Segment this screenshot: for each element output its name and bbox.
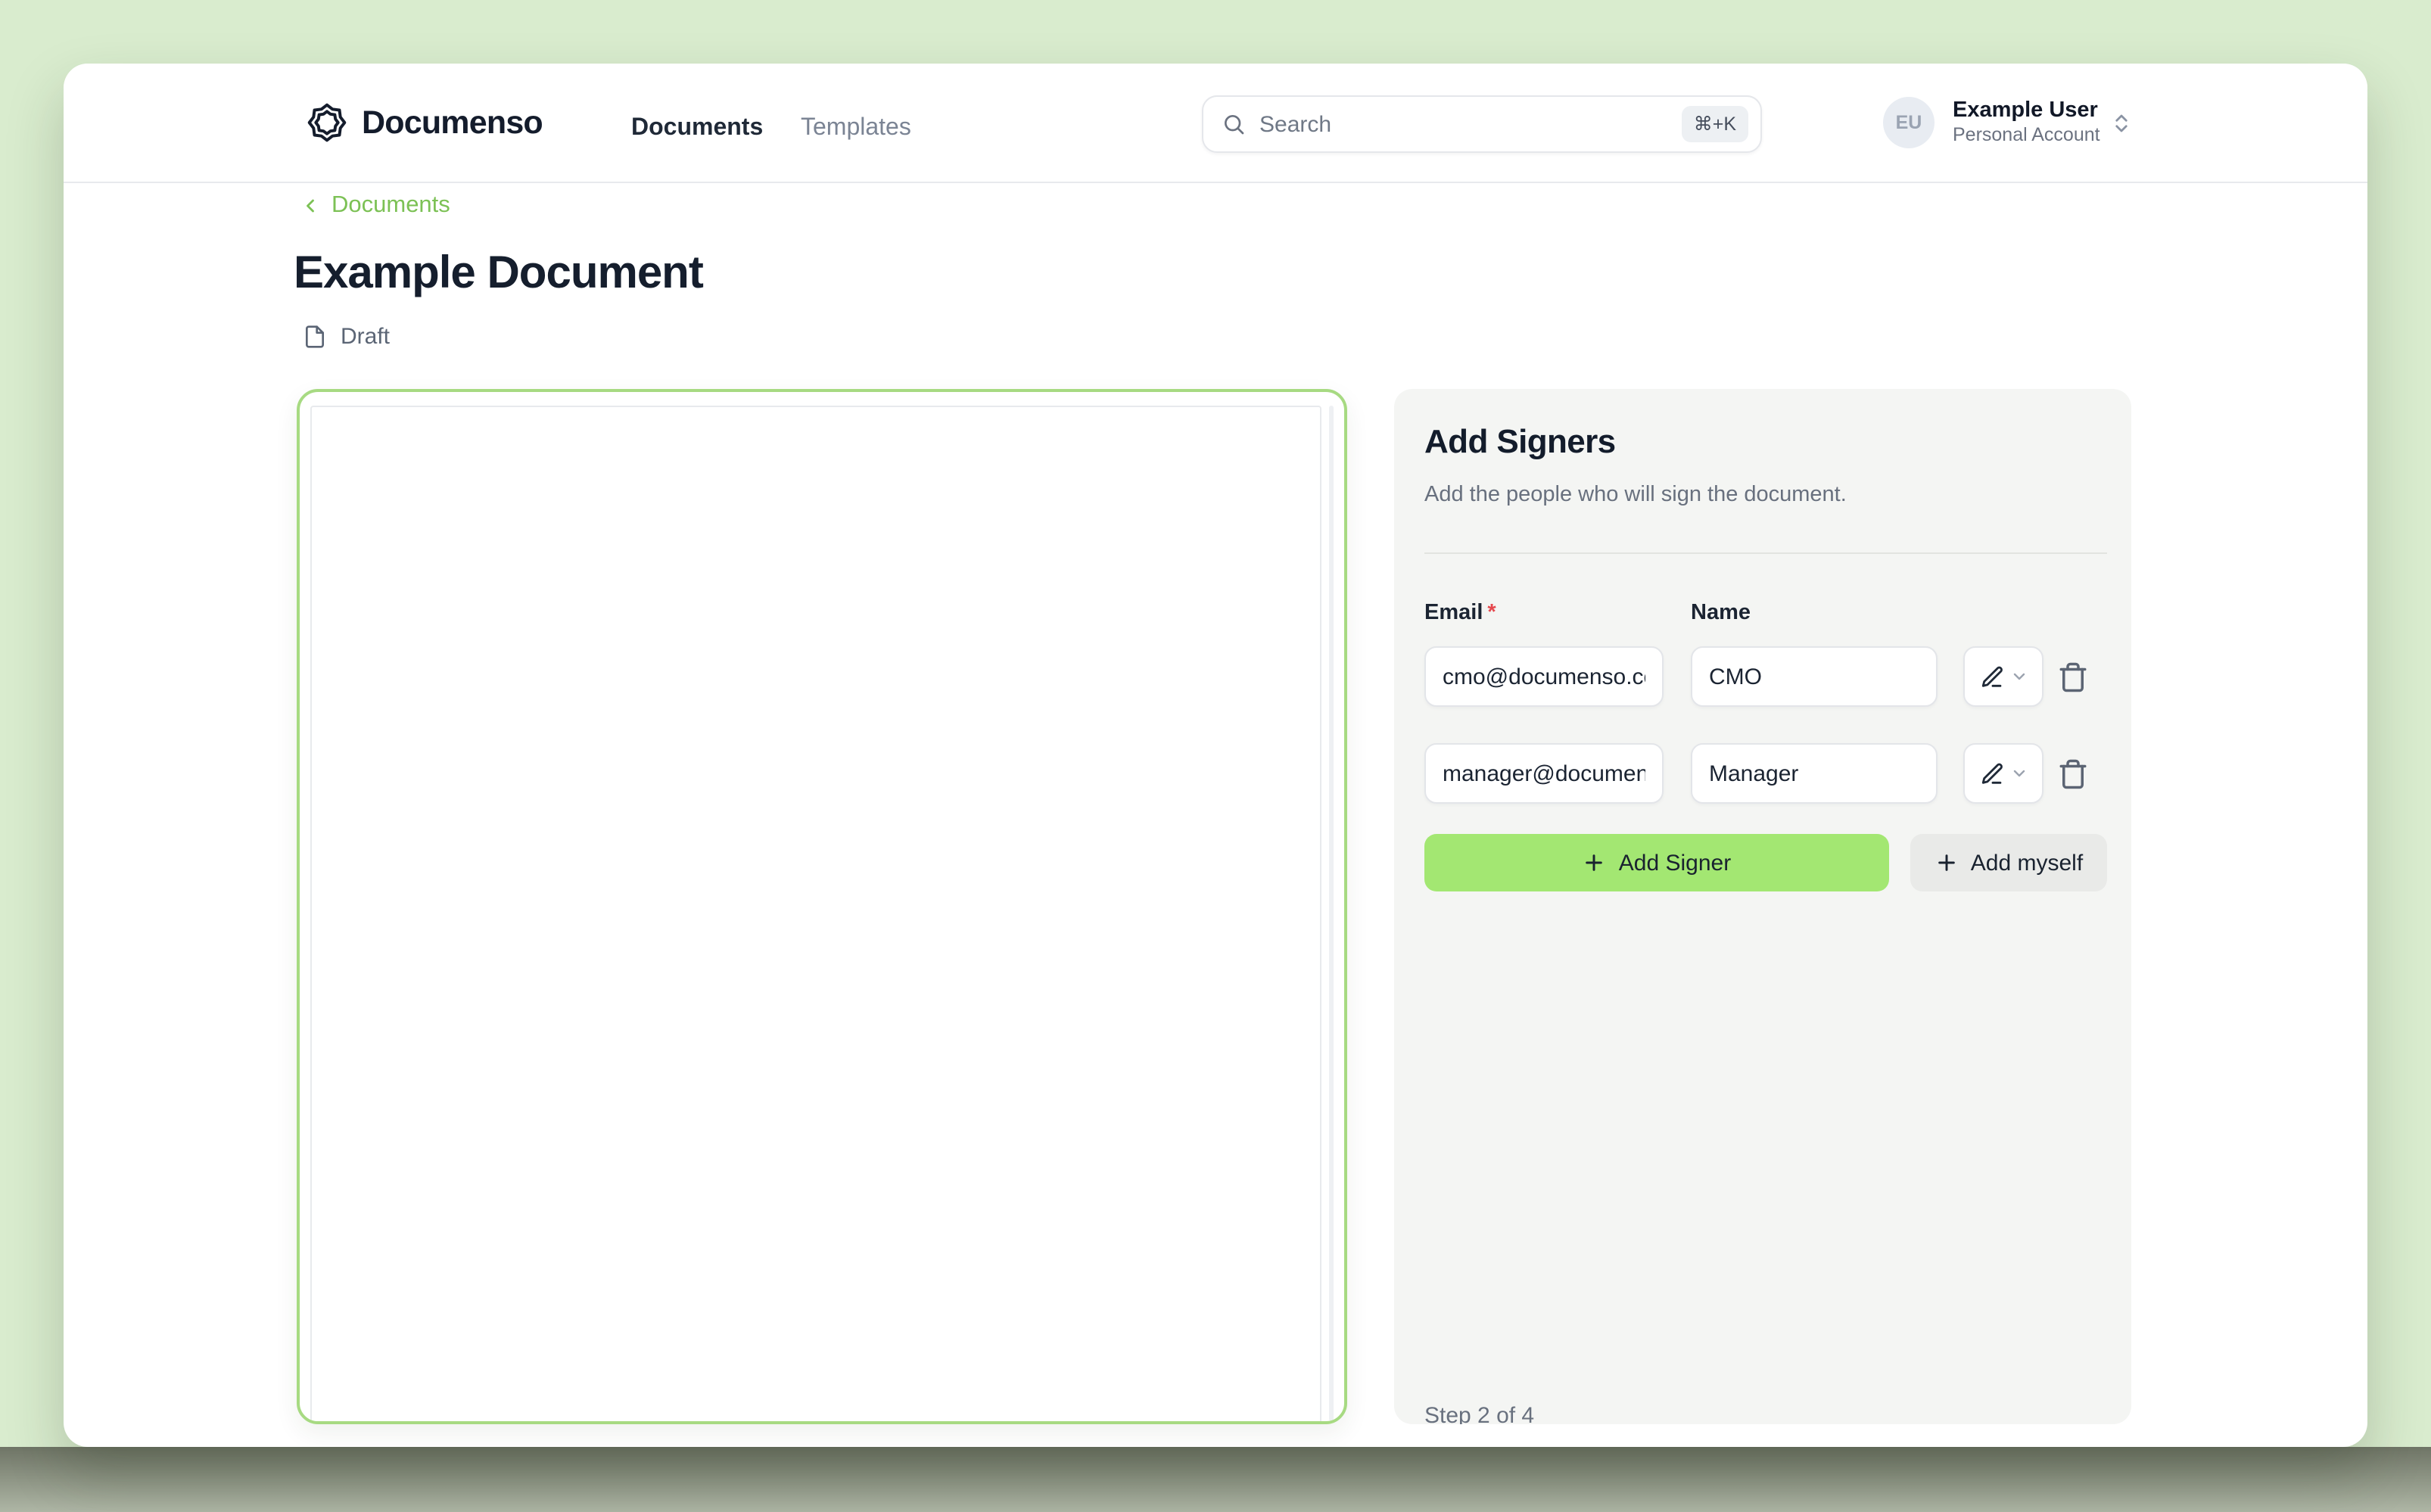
search-icon [1222, 112, 1246, 136]
trash-icon [2056, 661, 2088, 692]
signer-email-field[interactable] [1424, 743, 1664, 804]
required-marker: * [1487, 601, 1496, 625]
add-signer-button[interactable]: Add Signer [1424, 834, 1889, 891]
document-status: Draft [303, 324, 390, 350]
chevrons-up-down-icon [2110, 111, 2133, 134]
viewport-bottom-shadow [0, 1447, 2431, 1512]
avatar: EU [1883, 97, 1935, 148]
chevron-down-icon [2009, 764, 2028, 782]
chevron-left-icon [300, 195, 321, 216]
pen-signature-icon [1979, 664, 2005, 689]
screen: Documenso Documents Templates ⌘+K EU Exa… [0, 0, 2431, 1512]
step-indicator: Step 2 of 4 [1424, 1403, 1534, 1424]
breadcrumb-back-documents[interactable]: Documents [300, 192, 450, 219]
chevron-down-icon [2009, 667, 2028, 686]
nav-documents[interactable]: Documents [631, 115, 763, 142]
document-preview[interactable] [297, 389, 1347, 1424]
account-text: Example User Personal Account [1953, 98, 2098, 147]
name-label: Name [1691, 601, 1751, 625]
app-window: Documenso Documents Templates ⌘+K EU Exa… [64, 64, 2367, 1447]
signer-name-field[interactable] [1691, 743, 1938, 804]
signer-row [1394, 743, 2131, 804]
account-type: Personal Account [1953, 124, 2098, 147]
preview-scrollbar[interactable] [1329, 406, 1334, 1421]
search-input[interactable] [1259, 111, 1682, 137]
page-title: Example Document [294, 245, 703, 303]
top-navigation-bar: Documenso Documents Templates ⌘+K EU Exa… [64, 64, 2367, 183]
plus-icon [1583, 851, 1607, 875]
add-myself-label: Add myself [1971, 850, 2083, 876]
document-page [310, 406, 1321, 1424]
remove-signer-button[interactable] [2054, 755, 2090, 792]
signer-role-dropdown[interactable] [1963, 646, 2043, 707]
panel-divider [1424, 552, 2107, 554]
trash-icon [2056, 758, 2088, 789]
panel-heading: Add Signers [1424, 422, 1616, 462]
add-myself-button[interactable]: Add myself [1910, 834, 2107, 891]
signer-role-dropdown[interactable] [1963, 743, 2043, 804]
search-shortcut-badge: ⌘+K [1682, 106, 1748, 143]
signer-row [1394, 646, 2131, 707]
add-signer-label: Add Signer [1619, 850, 1731, 876]
account-name: Example User [1953, 98, 2098, 124]
file-icon [303, 324, 327, 350]
plus-icon [1935, 851, 1959, 875]
brand-logo[interactable]: Documenso [306, 101, 543, 144]
remove-signer-button[interactable] [2054, 658, 2090, 695]
signer-name-field[interactable] [1691, 646, 1938, 707]
search-box[interactable]: ⌘+K [1202, 95, 1762, 153]
panel-actions: Add Signer Add myself [1394, 834, 2131, 891]
breadcrumb-label: Documents [332, 192, 450, 219]
documenso-logo-icon [306, 101, 348, 144]
signer-email-field[interactable] [1424, 646, 1664, 707]
panel-description: Add the people who will sign the documen… [1424, 483, 1847, 507]
pen-signature-icon [1979, 761, 2005, 786]
add-signers-panel: Add Signers Add the people who will sign… [1394, 389, 2131, 1424]
account-menu[interactable]: EU Example User Personal Account [1883, 97, 2133, 148]
brand-name: Documenso [362, 104, 543, 142]
nav-templates[interactable]: Templates [801, 115, 911, 142]
status-badge: Draft [341, 324, 390, 350]
email-label: Email* [1424, 601, 1496, 625]
